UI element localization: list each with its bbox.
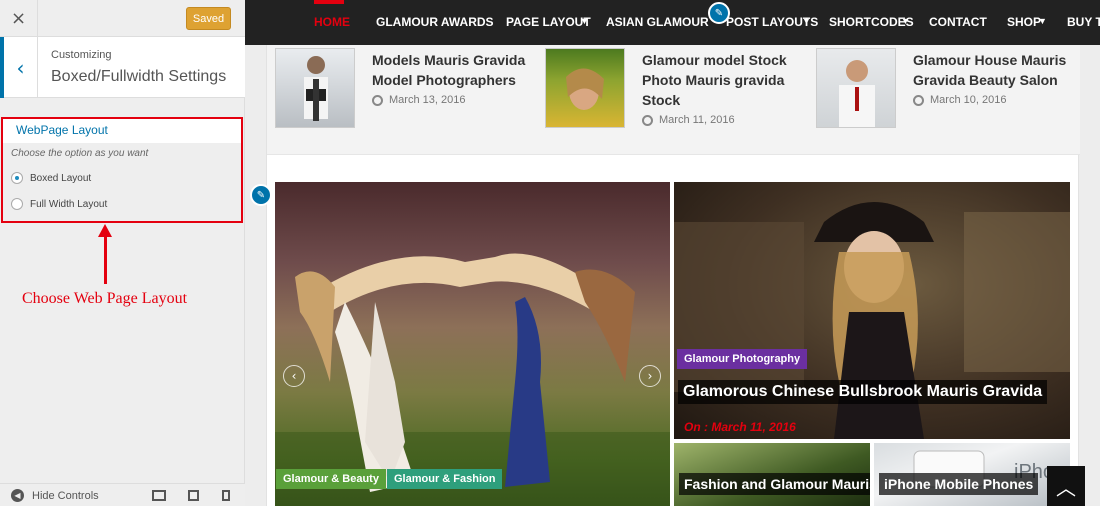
desktop-preview-icon[interactable] [152, 490, 166, 501]
small-post-title[interactable]: Fashion and Glamour Mauris gravida [679, 473, 870, 495]
featured-date: On : March 11, 2016 [684, 420, 796, 434]
chevron-down-icon: ▼ [580, 16, 589, 26]
small-post[interactable]: Fashion and Glamour Mauris gravida [674, 443, 870, 506]
scroll-to-top-button[interactable]: ︿ [1047, 466, 1085, 506]
nav-contact[interactable]: CONTACT [929, 15, 987, 29]
edit-pencil-icon[interactable]: ✎ [708, 2, 730, 24]
section-title: Boxed/Fullwidth Settings [51, 68, 227, 85]
clock-icon [913, 94, 924, 106]
section-header: ‹ Customizing Boxed/Fullwidth Settings [0, 37, 245, 98]
post-thumbnail[interactable] [545, 48, 625, 128]
hide-controls-button[interactable]: ◀ Hide Controls [11, 489, 99, 502]
customizer-panel: × Saved ‹ Customizing Boxed/Fullwidth Se… [0, 0, 245, 506]
site-preview: HOME GLAMOUR AWARDS PAGE LAYOUT ▼ ASIAN … [245, 0, 1100, 506]
nav-buy-theme[interactable]: BUY TH [1067, 15, 1100, 29]
chevron-down-icon: ▼ [802, 16, 811, 26]
collapse-icon: ◀ [11, 489, 24, 502]
radio-label: Boxed Layout [30, 172, 92, 184]
post-date-text: March 13, 2016 [389, 94, 466, 106]
post-date: March 11, 2016 [642, 114, 735, 126]
radio-button-checked[interactable] [11, 172, 23, 184]
hide-controls-label: Hide Controls [32, 489, 99, 502]
small-post[interactable]: iPhone iPhone Mobile Phones [874, 443, 1070, 506]
small-post-title[interactable]: iPhone Mobile Phones [879, 473, 1039, 495]
saved-button[interactable]: Saved [186, 7, 231, 30]
recent-post[interactable]: Glamour House Mauris Gravida Beauty Salo… [816, 48, 1076, 133]
featured-title[interactable]: Glamorous Chinese Bullsbrook Mauris Grav… [678, 380, 1048, 404]
radio-boxed-layout[interactable]: Boxed Layout [11, 172, 91, 184]
chevron-down-icon: ▼ [901, 16, 910, 26]
webpage-layout-option: WebPage Layout Choose the option as you … [1, 117, 243, 223]
nav-shop[interactable]: SHOP [1007, 15, 1041, 29]
model-thumbnail [566, 68, 604, 110]
back-icon[interactable]: ‹ [0, 37, 38, 98]
man-thumbnail [839, 60, 875, 127]
annotation-text: Choose Web Page Layout [22, 290, 188, 307]
active-indicator [314, 0, 344, 4]
post-date: March 10, 2016 [913, 94, 1006, 106]
featured-post[interactable]: Glamour Photography Glamorous Chinese Bu… [674, 182, 1070, 439]
post-title[interactable]: Glamour model Stock Photo Mauris gravida… [642, 50, 810, 110]
slider-prev-icon[interactable]: ‹ [283, 365, 305, 387]
main-nav: HOME GLAMOUR AWARDS PAGE LAYOUT ▼ ASIAN … [245, 0, 1100, 45]
edit-pencil-icon[interactable]: ✎ [250, 184, 272, 206]
option-description: Choose the option as you want [11, 148, 149, 159]
post-date: March 13, 2016 [372, 94, 465, 106]
tablet-preview-icon[interactable] [188, 490, 199, 501]
recent-posts-strip: Models Mauris Gravida Model Photographer… [267, 45, 1080, 155]
radio-full-width-layout[interactable]: Full Width Layout [11, 198, 107, 210]
close-icon[interactable]: × [0, 0, 38, 37]
post-date-text: March 10, 2016 [930, 94, 1007, 106]
nav-home[interactable]: HOME [314, 15, 350, 29]
post-thumbnail[interactable] [275, 48, 355, 128]
option-title: WebPage Layout [3, 119, 241, 143]
screen: × Saved ‹ Customizing Boxed/Fullwidth Se… [0, 0, 1100, 506]
clock-icon [642, 114, 653, 126]
tag-glamour-fashion[interactable]: Glamour & Fashion [387, 469, 503, 489]
nav-page-layout[interactable]: PAGE LAYOUT [506, 15, 591, 29]
annotation-arrow-shaft [104, 236, 107, 284]
post-thumbnail[interactable] [816, 48, 896, 128]
clock-icon [372, 94, 383, 106]
category-badge[interactable]: Glamour Photography [677, 349, 808, 369]
tag-glamour-beauty[interactable]: Glamour & Beauty [276, 469, 386, 489]
photographer-thumbnail [304, 56, 328, 121]
customizer-header: × Saved [0, 0, 245, 37]
nav-asian-glamour[interactable]: ASIAN GLAMOUR [606, 15, 709, 29]
recent-post[interactable]: Glamour model Stock Photo Mauris gravida… [545, 48, 805, 133]
mobile-preview-icon[interactable] [222, 490, 230, 501]
radio-button[interactable] [11, 198, 23, 210]
slider-image [275, 253, 670, 506]
nav-glamour-awards[interactable]: GLAMOUR AWARDS [376, 15, 494, 29]
slider-next-icon[interactable]: › [639, 365, 661, 387]
post-date-text: March 11, 2016 [659, 114, 735, 126]
post-title[interactable]: Models Mauris Gravida Model Photographer… [372, 50, 540, 90]
page-content: Models Mauris Gravida Model Photographer… [266, 45, 1080, 506]
recent-post[interactable]: Models Mauris Gravida Model Photographer… [275, 48, 535, 133]
radio-label: Full Width Layout [30, 198, 108, 210]
chevron-down-icon: ▼ [1038, 16, 1047, 26]
customizer-footer: ◀ Hide Controls [0, 483, 245, 506]
post-title[interactable]: Glamour House Mauris Gravida Beauty Salo… [913, 50, 1081, 90]
hero-slider[interactable]: ‹ › Glamour & Beauty Glamour & Fashion [275, 182, 670, 506]
customizing-label: Customizing [51, 49, 112, 61]
